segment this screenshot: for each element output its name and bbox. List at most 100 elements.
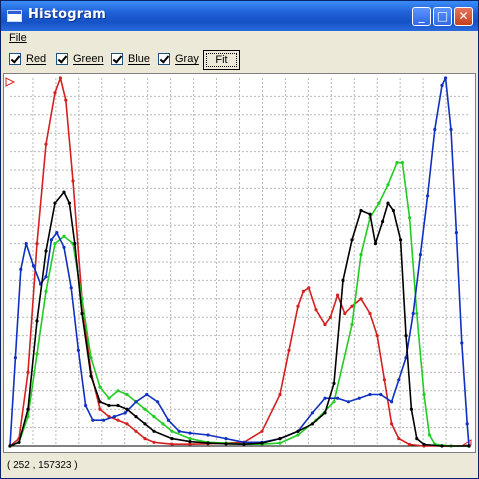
data-point-gray (206, 441, 210, 445)
data-point-gray (89, 374, 93, 378)
data-point-green (188, 437, 192, 441)
close-button[interactable]: ✕ (454, 7, 473, 26)
data-point-blue (156, 400, 160, 404)
data-point-green (427, 433, 431, 437)
data-point-blue (426, 194, 430, 198)
data-point-blue (84, 403, 88, 408)
data-point-red (26, 370, 30, 374)
data-point-blue (91, 418, 95, 422)
window-title: Histogram (28, 7, 107, 22)
histogram-plot-area[interactable] (3, 73, 476, 453)
data-point-red (390, 422, 394, 426)
data-point-blue (102, 418, 106, 422)
red-checkbox-box[interactable] (9, 53, 21, 65)
data-point-gray (35, 319, 39, 323)
data-point-red (350, 304, 354, 308)
menu-bar: File (1, 31, 478, 48)
data-point-green (422, 392, 426, 397)
data-point-gray (440, 444, 444, 448)
data-point-gray (391, 208, 395, 213)
minimize-button[interactable]: _ (412, 7, 431, 26)
data-point-green (377, 201, 381, 205)
cursor-readout: ( 252 , 157323 ) (7, 460, 78, 471)
data-point-red (359, 297, 363, 301)
data-point-blue (62, 245, 66, 249)
gray-checkbox-label: Gray (175, 53, 199, 65)
data-point-blue (336, 396, 340, 400)
data-point-red (278, 392, 282, 397)
data-point-green (143, 407, 147, 411)
data-point-gray (98, 400, 102, 404)
data-point-red (368, 311, 372, 316)
title-bar[interactable]: Histogram _ □ ✕ (1, 1, 478, 31)
data-point-gray (26, 407, 30, 411)
data-point-blue (13, 356, 17, 360)
green-checkbox-label: Green (73, 53, 104, 65)
data-point-gray (422, 442, 426, 447)
data-point-red (408, 442, 412, 447)
data-point-gray (296, 429, 300, 433)
range-end-marker (461, 439, 472, 446)
data-point-red (314, 308, 318, 312)
data-point-gray (359, 208, 363, 213)
data-point-green (152, 415, 156, 419)
menu-file[interactable]: File (9, 32, 27, 44)
data-point-gray (134, 415, 138, 419)
data-point-green (359, 253, 363, 257)
data-point-red (323, 323, 327, 327)
data-point-blue (188, 431, 192, 435)
data-point-green (44, 289, 48, 293)
histogram-chart[interactable] (4, 74, 475, 452)
data-point-green (400, 161, 404, 165)
data-point-blue (346, 400, 350, 404)
data-point-green (125, 392, 129, 397)
data-point-gray (17, 440, 21, 444)
data-point-green (62, 234, 66, 238)
data-point-green (107, 396, 111, 400)
data-point-gray (62, 190, 66, 194)
data-point-gray (143, 422, 147, 426)
data-point-blue (55, 231, 59, 235)
data-point-green (415, 311, 419, 316)
data-point-gray (350, 238, 354, 242)
green-checkbox-box[interactable] (56, 53, 68, 65)
gray-checkbox-box[interactable] (158, 53, 170, 65)
data-point-gray (368, 212, 372, 216)
status-bar: ( 252 , 157323 ) (1, 456, 478, 476)
data-point-red (397, 437, 401, 441)
data-point-red (125, 422, 129, 426)
data-point-green (170, 429, 174, 433)
data-point-red (53, 91, 57, 95)
toolbar: Red Green Blue Gray Fit (1, 48, 478, 73)
data-point-blue (440, 83, 444, 87)
data-point-green (278, 441, 282, 445)
data-point-gray (381, 219, 385, 224)
data-point-gray (260, 441, 264, 445)
data-point-gray (116, 403, 120, 408)
data-point-green (395, 161, 399, 165)
data-point-blue (460, 341, 464, 345)
data-point-gray (323, 411, 327, 415)
data-point-red (260, 429, 264, 433)
data-point-blue (433, 127, 437, 132)
fit-button[interactable]: Fit (203, 50, 240, 70)
data-point-red (287, 348, 291, 352)
data-point-green (296, 433, 300, 437)
data-point-blue (465, 422, 469, 426)
data-point-red (71, 179, 75, 183)
blue-checkbox-box[interactable] (111, 53, 123, 65)
data-point-gray (399, 238, 403, 242)
data-point-blue (145, 392, 149, 397)
data-point-gray (404, 334, 408, 338)
data-point-blue (397, 378, 401, 382)
data-point-blue (368, 392, 372, 397)
maximize-button[interactable]: □ (433, 7, 452, 26)
data-point-gray (415, 437, 419, 441)
data-point-red (343, 311, 347, 316)
data-point-blue (379, 392, 383, 397)
data-point-blue (444, 76, 448, 80)
data-point-blue (449, 127, 453, 132)
data-point-blue (454, 231, 458, 235)
data-point-red (301, 289, 305, 293)
data-point-blue (24, 242, 28, 246)
